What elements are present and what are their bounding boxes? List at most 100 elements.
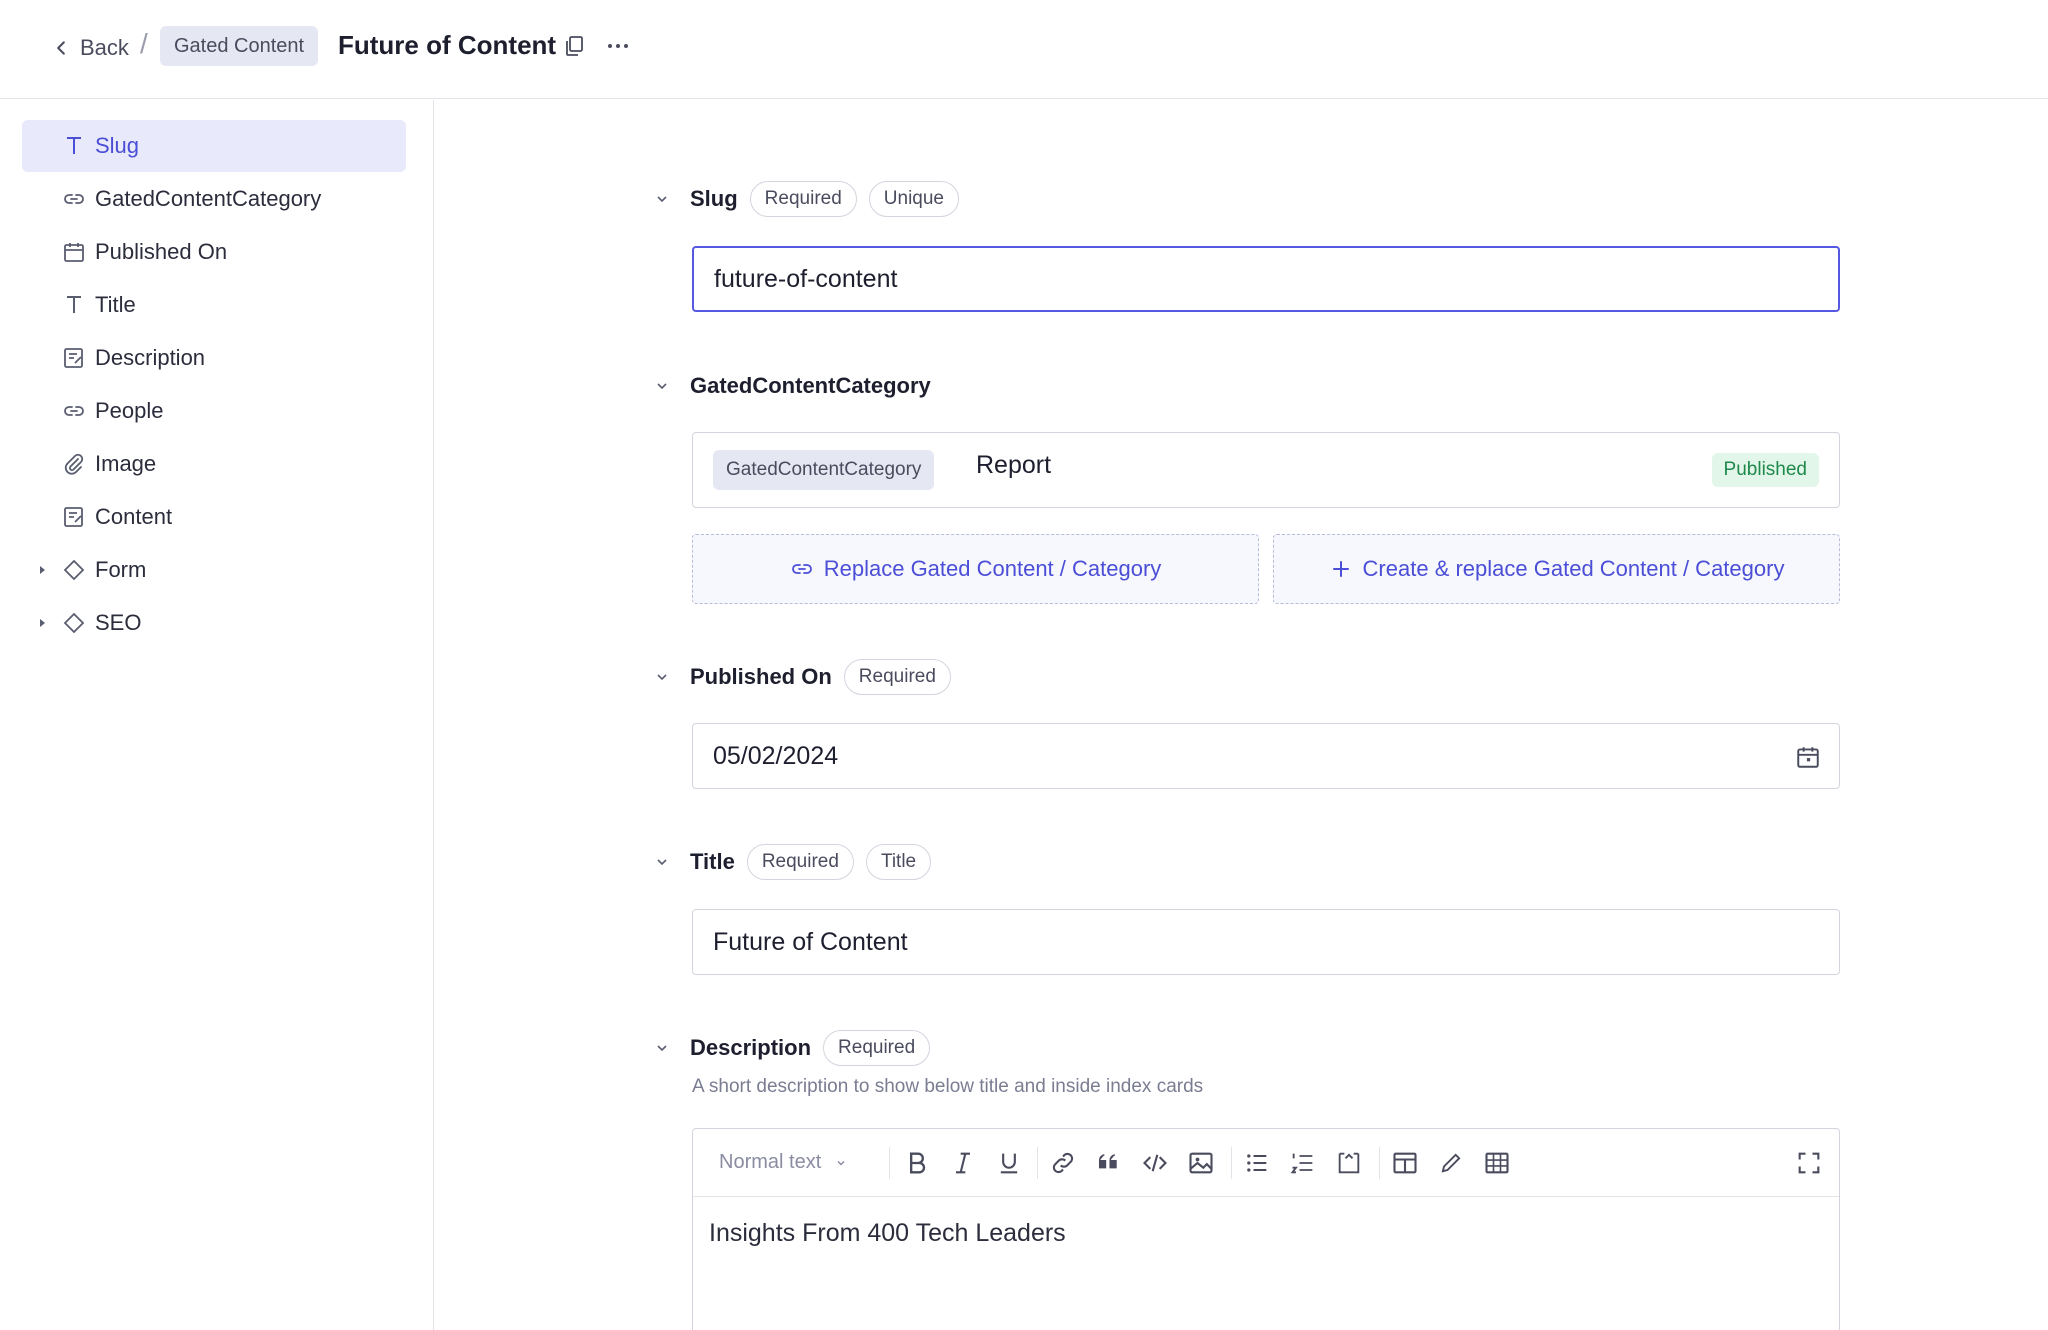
published-on-value: 05/02/2024 — [713, 741, 839, 770]
bold-icon[interactable] — [903, 1149, 931, 1177]
caret-right-icon[interactable] — [38, 564, 48, 576]
copy-icon[interactable] — [562, 34, 586, 58]
slug-field-header: Slug Required Unique — [654, 181, 959, 217]
collapse-caret-icon[interactable] — [654, 669, 670, 685]
text-format-select[interactable]: Normal text — [719, 1151, 847, 1174]
sidebar-item-people[interactable]: People — [22, 385, 406, 437]
layout-block-icon[interactable] — [1391, 1149, 1419, 1177]
sidebar-item-form[interactable]: Form — [22, 544, 406, 596]
replace-category-button[interactable]: Replace Gated Content / Category — [692, 534, 1259, 604]
underline-icon[interactable] — [995, 1149, 1023, 1177]
link-icon[interactable] — [1049, 1149, 1077, 1177]
reference-type-badge: GatedContentCategory — [713, 450, 935, 490]
collapse-caret-icon[interactable] — [654, 1040, 670, 1056]
caret-right-icon[interactable] — [38, 617, 48, 629]
toolbar-divider — [889, 1147, 890, 1179]
sidebar-item-label: SEO — [95, 610, 142, 635]
pen-icon[interactable] — [1437, 1149, 1465, 1177]
sidebar-item-label: Description — [95, 345, 206, 370]
link-icon — [791, 564, 812, 574]
chevron-left-icon — [57, 41, 65, 55]
collapse-caret-icon[interactable] — [654, 378, 670, 394]
sidebar-item-description[interactable]: Description — [22, 332, 406, 384]
top-header: Back / Gated Content Future of Content — [0, 0, 2048, 99]
calendar-icon — [64, 243, 84, 262]
chevron-down-icon — [837, 1160, 845, 1166]
toolbar-divider — [1037, 1147, 1038, 1179]
title-label: Title — [690, 849, 735, 874]
link-icon — [64, 406, 84, 416]
title-input[interactable]: Future of Content — [692, 909, 1840, 975]
category-field-header: GatedContentCategory — [654, 368, 931, 404]
description-field-header: Description Required — [654, 1030, 931, 1066]
description-label: Description — [690, 1035, 812, 1060]
required-tag: Required — [843, 659, 951, 695]
sidebar-item-label: Content — [95, 504, 173, 529]
editor-toolbar: Normal text — [693, 1129, 1839, 1197]
plus-icon — [1332, 561, 1349, 577]
breadcrumb-separator: / — [140, 28, 148, 59]
create-replace-category-label: Create & replace Gated Content / Categor… — [1362, 556, 1785, 581]
title-field-header: Title Required Title — [654, 844, 932, 880]
toolbar-divider — [1379, 1147, 1380, 1179]
page-title: Future of Content — [338, 30, 557, 60]
rich-text-icon — [64, 348, 83, 368]
sidebar-item-gatedcontentcategory[interactable]: GatedContentCategory — [22, 173, 406, 225]
description-rich-text-editor[interactable]: Normal text Insights From 400 Tech Leade… — [692, 1128, 1840, 1330]
sidebar-item-label: GatedContentCategory — [95, 186, 322, 211]
calendar-icon[interactable] — [1795, 744, 1821, 770]
description-editor-content[interactable]: Insights From 400 Tech Leaders — [709, 1219, 1066, 1248]
published-on-input[interactable]: 05/02/2024 — [692, 723, 1840, 789]
category-reference-card[interactable]: GatedContentCategory Report Published — [692, 432, 1840, 508]
published-on-label: Published On — [690, 664, 832, 689]
published-on-field-header: Published On Required — [654, 659, 951, 695]
description-hint: A short description to show below title … — [692, 1076, 1204, 1097]
back-button[interactable]: Back — [52, 30, 129, 66]
sidebar-item-image[interactable]: Image — [22, 438, 406, 490]
sidebar-item-label: Form — [95, 557, 147, 582]
slug-input[interactable]: future-of-content — [692, 246, 1840, 312]
collapse-caret-icon[interactable] — [654, 854, 670, 870]
link-icon — [64, 194, 84, 204]
more-options-icon[interactable] — [604, 32, 632, 60]
field-sidebar: Slug GatedContentCategory Published On T… — [0, 100, 434, 1330]
sidebar-item-label: Published On — [95, 239, 228, 264]
bullet-list-icon[interactable] — [1243, 1149, 1271, 1177]
numbered-list-icon[interactable] — [1289, 1149, 1317, 1177]
text-format-value: Normal text — [719, 1151, 822, 1173]
sidebar-item-label: Title — [95, 292, 136, 317]
table-icon[interactable] — [1483, 1149, 1511, 1177]
sidebar-item-published-on[interactable]: Published On — [22, 226, 406, 278]
create-replace-category-button[interactable]: Create & replace Gated Content / Categor… — [1273, 534, 1840, 604]
rich-text-icon — [64, 507, 83, 527]
diamond-icon — [63, 612, 85, 634]
breadcrumb-gated-content[interactable]: Gated Content — [160, 26, 319, 66]
image-icon[interactable] — [1187, 1149, 1215, 1177]
sidebar-item-slug[interactable]: Slug — [22, 120, 406, 172]
italic-icon[interactable] — [949, 1149, 977, 1177]
sidebar-item-seo[interactable]: SEO — [22, 597, 406, 649]
sidebar-item-title[interactable]: Title — [22, 279, 406, 331]
status-badge: Published — [1711, 453, 1819, 487]
sidebar-item-label: Slug — [95, 133, 140, 158]
code-icon[interactable] — [1141, 1149, 1169, 1177]
collapse-caret-icon[interactable] — [654, 191, 670, 207]
unique-tag: Unique — [868, 181, 959, 217]
fullscreen-icon[interactable] — [1795, 1149, 1823, 1177]
required-tag: Required — [749, 181, 857, 217]
diamond-icon — [63, 559, 85, 581]
title-tag: Title — [865, 844, 932, 880]
quote-icon[interactable] — [1095, 1149, 1123, 1177]
toolbar-divider — [1231, 1147, 1232, 1179]
required-tag: Required — [823, 1030, 931, 1066]
text-icon — [67, 137, 81, 154]
replace-category-label: Replace Gated Content / Category — [823, 556, 1162, 581]
sidebar-item-content[interactable]: Content — [22, 491, 406, 543]
sidebar-item-label: People — [95, 398, 164, 423]
sidebar-item-label: Image — [95, 451, 157, 476]
back-label: Back — [80, 35, 129, 60]
category-label: GatedContentCategory — [690, 373, 931, 398]
embed-block-icon[interactable] — [1335, 1149, 1363, 1177]
required-tag: Required — [746, 844, 854, 880]
reference-name: Report — [976, 451, 1052, 479]
